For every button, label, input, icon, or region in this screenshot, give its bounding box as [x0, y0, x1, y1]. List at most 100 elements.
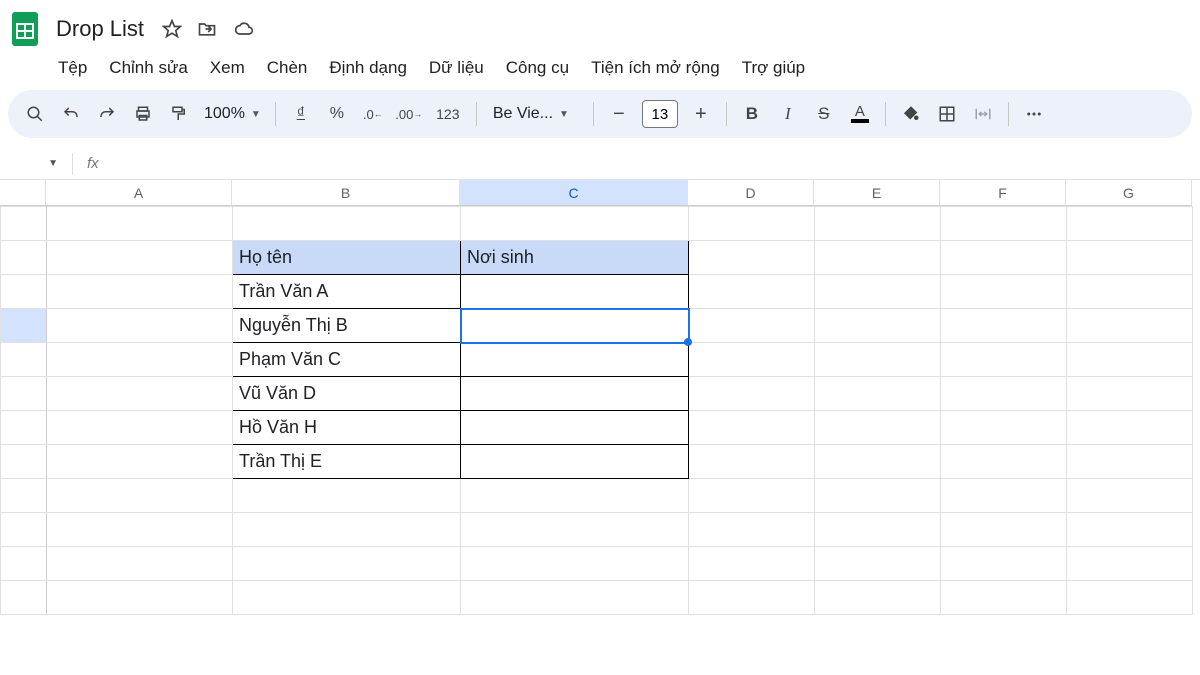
- cell-A9[interactable]: [47, 479, 233, 513]
- cell-G10[interactable]: [1067, 513, 1193, 547]
- row-header[interactable]: [1, 343, 47, 377]
- menu-insert[interactable]: Chèn: [257, 54, 318, 82]
- cell-C4[interactable]: [461, 309, 689, 343]
- cell-D12[interactable]: [689, 581, 815, 615]
- column-header-D[interactable]: D: [688, 180, 814, 206]
- cell-D4[interactable]: [689, 309, 815, 343]
- cell-B9[interactable]: [233, 479, 461, 513]
- column-header-E[interactable]: E: [814, 180, 940, 206]
- cell-B4[interactable]: Nguyễn Thị B: [233, 309, 461, 343]
- cell-B3[interactable]: Trần Văn A: [233, 275, 461, 309]
- text-color-button[interactable]: A: [843, 97, 877, 131]
- cell-E3[interactable]: [815, 275, 941, 309]
- more-toolbar-button[interactable]: [1017, 97, 1051, 131]
- search-icon[interactable]: [18, 97, 52, 131]
- row-header[interactable]: [1, 547, 47, 581]
- cell-A3[interactable]: [47, 275, 233, 309]
- row-header[interactable]: [1, 207, 47, 241]
- cell-G11[interactable]: [1067, 547, 1193, 581]
- cell-D11[interactable]: [689, 547, 815, 581]
- cell-G3[interactable]: [1067, 275, 1193, 309]
- column-header-F[interactable]: F: [940, 180, 1066, 206]
- fill-handle[interactable]: [684, 338, 692, 346]
- font-size-input[interactable]: [642, 100, 678, 128]
- menu-view[interactable]: Xem: [200, 54, 255, 82]
- zoom-dropdown[interactable]: 100%▼: [198, 105, 267, 123]
- cell-D10[interactable]: [689, 513, 815, 547]
- cell-F3[interactable]: [941, 275, 1067, 309]
- document-title[interactable]: Drop List: [50, 14, 150, 44]
- cell-D7[interactable]: [689, 411, 815, 445]
- increase-decimal-button[interactable]: .00→: [392, 97, 426, 131]
- cell-C1[interactable]: [461, 207, 689, 241]
- cell-A5[interactable]: [47, 343, 233, 377]
- cell-D5[interactable]: [689, 343, 815, 377]
- cell-B12[interactable]: [233, 581, 461, 615]
- column-header-A[interactable]: A: [46, 180, 232, 206]
- menu-extensions[interactable]: Tiện ích mở rộng: [581, 54, 730, 82]
- percent-button[interactable]: %: [320, 97, 354, 131]
- borders-button[interactable]: [930, 97, 964, 131]
- cell-A7[interactable]: [47, 411, 233, 445]
- cell-D1[interactable]: [689, 207, 815, 241]
- cell-A4[interactable]: [47, 309, 233, 343]
- fill-color-button[interactable]: [894, 97, 928, 131]
- cell-A2[interactable]: [47, 241, 233, 275]
- cell-D6[interactable]: [689, 377, 815, 411]
- cell-G2[interactable]: [1067, 241, 1193, 275]
- cell-C5[interactable]: [461, 343, 689, 377]
- cell-G9[interactable]: [1067, 479, 1193, 513]
- cell-A10[interactable]: [47, 513, 233, 547]
- increase-font-size-button[interactable]: +: [684, 97, 718, 131]
- move-folder-icon[interactable]: [196, 19, 218, 39]
- strikethrough-button[interactable]: S: [807, 97, 841, 131]
- cell-C12[interactable]: [461, 581, 689, 615]
- cell-D8[interactable]: [689, 445, 815, 479]
- cell-B5[interactable]: Phạm Văn C: [233, 343, 461, 377]
- cell-E12[interactable]: [815, 581, 941, 615]
- row-header[interactable]: [1, 513, 47, 547]
- cell-F12[interactable]: [941, 581, 1067, 615]
- cell-G5[interactable]: [1067, 343, 1193, 377]
- cell-A8[interactable]: [47, 445, 233, 479]
- undo-icon[interactable]: [54, 97, 88, 131]
- paint-format-icon[interactable]: [162, 97, 196, 131]
- sheets-logo[interactable]: [12, 12, 38, 46]
- menu-help[interactable]: Trợ giúp: [732, 54, 815, 82]
- cell-D3[interactable]: [689, 275, 815, 309]
- cell-C10[interactable]: [461, 513, 689, 547]
- row-header[interactable]: [1, 479, 47, 513]
- cell-E7[interactable]: [815, 411, 941, 445]
- cell-G6[interactable]: [1067, 377, 1193, 411]
- name-box[interactable]: ▼: [12, 158, 64, 169]
- cell-F9[interactable]: [941, 479, 1067, 513]
- redo-icon[interactable]: [90, 97, 124, 131]
- menu-file[interactable]: Tệp: [48, 54, 97, 82]
- cell-F5[interactable]: [941, 343, 1067, 377]
- cell-F4[interactable]: [941, 309, 1067, 343]
- cell-F6[interactable]: [941, 377, 1067, 411]
- cell-E6[interactable]: [815, 377, 941, 411]
- cell-B11[interactable]: [233, 547, 461, 581]
- print-icon[interactable]: [126, 97, 160, 131]
- cell-E10[interactable]: [815, 513, 941, 547]
- cell-G7[interactable]: [1067, 411, 1193, 445]
- row-header[interactable]: [1, 581, 47, 615]
- row-header[interactable]: [1, 241, 47, 275]
- more-formats-button[interactable]: 123: [428, 97, 468, 131]
- menu-data[interactable]: Dữ liệu: [419, 54, 494, 82]
- italic-button[interactable]: I: [771, 97, 805, 131]
- row-header[interactable]: [1, 309, 47, 343]
- cell-D9[interactable]: [689, 479, 815, 513]
- cell-C8[interactable]: [461, 445, 689, 479]
- cell-C7[interactable]: [461, 411, 689, 445]
- column-header-C[interactable]: C: [460, 180, 688, 206]
- cell-C3[interactable]: [461, 275, 689, 309]
- cell-E1[interactable]: [815, 207, 941, 241]
- cell-F7[interactable]: [941, 411, 1067, 445]
- decrease-decimal-button[interactable]: .0←: [356, 97, 390, 131]
- cell-E4[interactable]: [815, 309, 941, 343]
- column-header-B[interactable]: B: [232, 180, 460, 206]
- column-header-G[interactable]: G: [1066, 180, 1192, 206]
- cell-E9[interactable]: [815, 479, 941, 513]
